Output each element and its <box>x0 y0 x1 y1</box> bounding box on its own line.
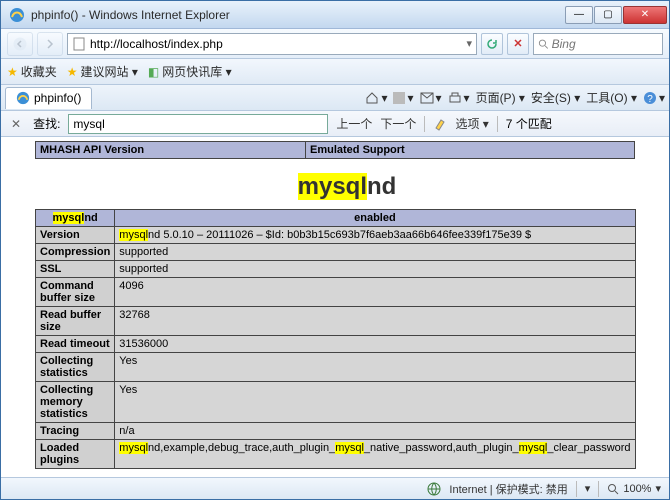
find-input[interactable] <box>68 114 328 134</box>
help-button[interactable]: ?▾ <box>643 91 665 105</box>
col-header: enabled <box>115 210 635 227</box>
status-bar: Internet | 保护模式: 禁用 ▾ 100% ▾ <box>1 477 669 499</box>
zoom-icon <box>607 483 619 495</box>
find-options[interactable]: 选项 ▾ <box>455 115 488 132</box>
minimize-button[interactable]: — <box>565 6 593 24</box>
tools-menu[interactable]: 工具(O) ▾ <box>586 89 637 106</box>
ie-icon <box>9 7 25 23</box>
page-menu[interactable]: 页面(P) ▾ <box>476 89 525 106</box>
mysqlnd-table: mysqlnd enabled Versionmysqlnd 5.0.10 – … <box>35 209 636 469</box>
find-prev[interactable]: 上一个 <box>336 115 372 132</box>
row-val: supported <box>115 244 635 261</box>
page-icon <box>72 37 86 51</box>
mail-button[interactable]: ▾ <box>420 91 442 105</box>
row-key: Tracing <box>36 423 115 440</box>
url-input[interactable] <box>90 37 462 51</box>
row-val: 31536000 <box>115 336 635 353</box>
section-title: mysqlnd <box>35 173 659 201</box>
back-button[interactable] <box>7 32 33 56</box>
feeds-button[interactable]: ▾ <box>393 91 413 105</box>
maximize-button[interactable]: ▢ <box>594 6 622 24</box>
titlebar: phpinfo() - Windows Internet Explorer — … <box>1 1 669 29</box>
close-button[interactable]: ✕ <box>623 6 667 24</box>
col-header: mysqlnd <box>36 210 115 227</box>
search-icon <box>538 38 549 50</box>
status-zone: Internet | 保护模式: 禁用 <box>449 481 567 497</box>
zoom-control[interactable]: 100% ▾ <box>607 482 661 495</box>
find-highlight-icon[interactable] <box>433 117 447 131</box>
row-key: Collecting memory statistics <box>36 382 115 423</box>
safety-menu[interactable]: 安全(S) ▾ <box>531 89 580 106</box>
row-val: 32768 <box>115 307 635 336</box>
row-key: Collecting statistics <box>36 353 115 382</box>
refresh-button[interactable] <box>481 33 503 55</box>
web-slice[interactable]: ◧网页快讯库 ▾ <box>148 63 232 80</box>
tab-phpinfo[interactable]: phpinfo() <box>5 87 92 109</box>
find-next[interactable]: 下一个 <box>380 115 416 132</box>
svg-text:?: ? <box>647 94 653 105</box>
row-val: Yes <box>115 382 635 423</box>
tab-row: phpinfo() ▾ ▾ ▾ ▾ 页面(P) ▾ 安全(S) ▾ 工具(O) … <box>1 85 669 111</box>
row-key: SSL <box>36 261 115 278</box>
row-key: Read buffer size <box>36 307 115 336</box>
row-key: Loaded plugins <box>36 440 115 469</box>
row-val: supported <box>115 261 635 278</box>
suggested-sites[interactable]: ★建议网站 ▾ <box>67 63 138 80</box>
window-controls: — ▢ ✕ <box>565 6 667 24</box>
internet-zone-icon <box>427 482 441 496</box>
forward-button[interactable] <box>37 32 63 56</box>
window-title: phpinfo() - Windows Internet Explorer <box>31 8 565 22</box>
mhash-val: Emulated Support <box>306 142 635 159</box>
find-label: 查找: <box>33 115 60 132</box>
stop-button[interactable]: ✕ <box>507 33 529 55</box>
row-val: Yes <box>115 353 635 382</box>
protected-mode-dropdown[interactable]: ▾ <box>585 482 591 495</box>
mhash-key: MHASH API Version <box>36 142 306 159</box>
row-key: Read timeout <box>36 336 115 353</box>
print-button[interactable]: ▾ <box>448 91 470 105</box>
row-key: Command buffer size <box>36 278 115 307</box>
ie-icon <box>16 91 30 105</box>
row-val: mysqlnd,example,debug_trace,auth_plugin_… <box>115 440 635 469</box>
find-bar: ✕ 查找: 上一个 下一个 选项 ▾ 7 个匹配 <box>1 111 669 137</box>
page-toolbar: ▾ ▾ ▾ ▾ 页面(P) ▾ 安全(S) ▾ 工具(O) ▾ ?▾ <box>365 89 665 106</box>
dropdown-icon[interactable]: ▾ <box>466 37 472 50</box>
favorites-button[interactable]: ★收藏夹 <box>7 63 57 80</box>
nav-row: ▾ ✕ <box>1 29 669 59</box>
search-input[interactable] <box>552 37 658 51</box>
favorites-bar: ★收藏夹 ★建议网站 ▾ ◧网页快讯库 ▾ <box>1 59 669 85</box>
find-close[interactable]: ✕ <box>7 117 25 131</box>
mhash-table: MHASH API VersionEmulated Support <box>35 141 635 159</box>
row-key: Compression <box>36 244 115 261</box>
browser-window: phpinfo() - Windows Internet Explorer — … <box>0 0 670 500</box>
page-content: MHASH API VersionEmulated Support mysqln… <box>1 137 669 477</box>
search-box[interactable] <box>533 33 663 55</box>
row-key: Version <box>36 227 115 244</box>
address-bar[interactable]: ▾ <box>67 33 477 55</box>
row-val: n/a <box>115 423 635 440</box>
find-matches: 7 个匹配 <box>506 115 552 132</box>
row-val: 4096 <box>115 278 635 307</box>
home-button[interactable]: ▾ <box>365 91 387 105</box>
row-val: mysqlnd 5.0.10 – 20111026 – $Id: b0b3b15… <box>115 227 635 244</box>
